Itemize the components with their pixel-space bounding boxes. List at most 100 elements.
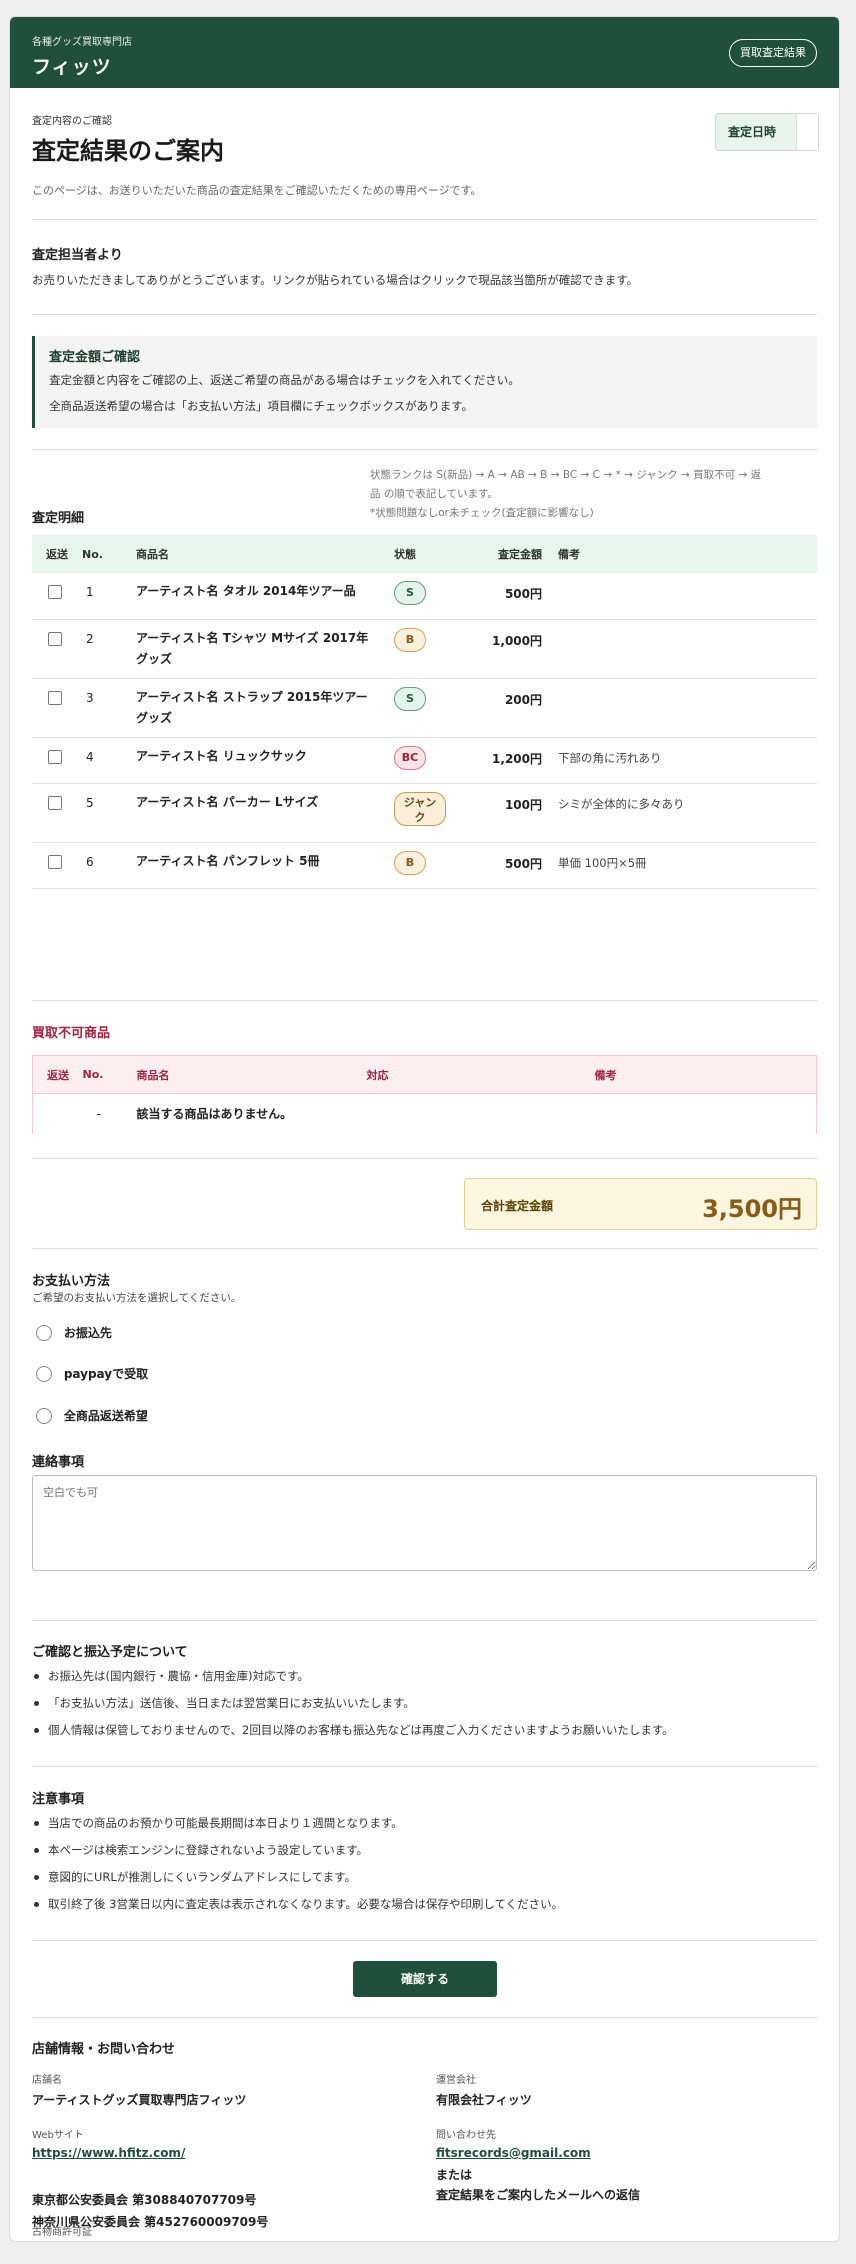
intro-label: 査定内容のご確認 xyxy=(32,116,112,127)
rejected-table-wrap: 返送 No. 商品名 対応 備考 - 該当する商品はありません。 xyxy=(32,1055,817,1134)
row-no: 2 xyxy=(82,619,136,679)
notice-line-2: 全商品返送希望の場合は「お支払い方法」項目欄にチェックボックスがあります。 xyxy=(49,399,474,413)
divider xyxy=(32,219,817,220)
transfer-title: ご確認と振込予定について xyxy=(32,1645,188,1660)
payment-option-bank[interactable]: お振込先 xyxy=(36,1324,112,1341)
col-return: 返送 xyxy=(32,535,82,573)
row-no: 5 xyxy=(82,783,136,843)
radio-icon[interactable] xyxy=(36,1407,52,1424)
list-item: お振込先は(国内銀行・農協・信用金庫)対応です。 xyxy=(32,1668,674,1695)
return-checkbox[interactable] xyxy=(48,690,62,705)
table-row: 2 アーティスト名 Tシャツ Mサイズ 2017年 グッズ B 1,000円 xyxy=(32,619,817,679)
contact-note-textarea[interactable] xyxy=(32,1475,817,1571)
status-badge: B xyxy=(394,627,426,652)
list-item: 取引終了後 3営業日以内に査定表は表示されなくなります。必要な場合は保存や印刷し… xyxy=(32,1896,563,1923)
list-item: 個人情報は保管しておりませんので、2回目以降のお客様も振込先などは再度ご入力くだ… xyxy=(32,1722,674,1749)
col-status: 状態 xyxy=(394,535,462,573)
result-card: 各種グッズ買取専門店 フィッツ 買取査定結果 査定内容のご確認 査定結果のご案内… xyxy=(9,16,840,2242)
row-price: 1,200円 xyxy=(462,737,548,784)
payment-option-label: paypayで受取 xyxy=(63,1367,149,1381)
row-name-line-1: アーティスト名 パーカー Lサイズ xyxy=(136,794,319,809)
rej-col-no: No. xyxy=(82,1055,137,1094)
rej-col-name: 商品名 xyxy=(136,1055,367,1094)
shop-subtitle: 各種グッズ買取専門店 xyxy=(32,37,132,48)
radio-icon[interactable] xyxy=(36,1365,52,1382)
row-status: B xyxy=(394,842,462,889)
total-value: 3,500円 xyxy=(702,1195,802,1223)
divider xyxy=(32,1620,817,1621)
status-badge: S xyxy=(394,686,426,711)
row-name: アーティスト名 タオル 2014年ツアー品 xyxy=(136,573,394,620)
divider xyxy=(32,1000,817,1001)
page-title: 査定結果のご案内 xyxy=(32,137,224,165)
rank-note-line-2: 品 の順で表記しています。 xyxy=(370,488,498,500)
appraiser-message: お売りいただきましてありがとうございます。リンクが貼られている場合はクリックで現… xyxy=(32,273,639,287)
col-price: 査定金額 xyxy=(462,535,548,573)
return-checkbox[interactable] xyxy=(48,795,62,810)
appraisal-date-label: 査定日時 xyxy=(728,125,777,139)
col-name: 商品名 xyxy=(136,535,394,573)
rank-note: 状態ランクは S(新品) → A → AB → B → BC → C → * →… xyxy=(370,466,817,523)
return-cell xyxy=(32,783,82,843)
confirm-button[interactable]: 確認する xyxy=(353,1961,497,1997)
divider xyxy=(32,1766,817,1767)
contact-note-title: 連絡事項 xyxy=(32,1455,85,1470)
appraisal-date-value xyxy=(796,114,818,150)
list-item: 本ページは検索エンジンに登録されないよう設定しています。 xyxy=(32,1842,563,1869)
return-checkbox[interactable] xyxy=(48,854,62,869)
col-note: 備考 xyxy=(548,535,817,573)
return-cell xyxy=(32,573,82,620)
divider xyxy=(32,2017,817,2018)
row-note: 単価 100円×5冊 xyxy=(548,842,817,889)
return-checkbox[interactable] xyxy=(48,749,62,764)
payment-option-return-all[interactable]: 全商品返送希望 xyxy=(36,1407,148,1424)
license-2: 神奈川県公安委員会 第452760009709号 xyxy=(32,2215,269,2229)
store-info-title: 店舗情報・お問い合わせ xyxy=(32,2042,176,2057)
row-name-line-1: アーティスト名 タオル 2014年ツアー品 xyxy=(136,584,356,598)
rejected-empty-text: 該当する商品はありません。 xyxy=(136,1107,293,1122)
divider xyxy=(32,314,817,315)
rejected-title: 買取不可商品 xyxy=(32,1026,111,1041)
row-status: BC xyxy=(394,737,462,784)
radio-icon[interactable] xyxy=(36,1324,52,1341)
result-nav-button[interactable]: 買取査定結果 xyxy=(729,39,817,67)
row-no: 3 xyxy=(82,678,136,738)
appraisal-date-box: 査定日時 xyxy=(715,113,819,151)
row-no: 6 xyxy=(82,842,136,889)
row-note xyxy=(548,619,817,679)
row-name-line-1: アーティスト名 パンフレット 5冊 xyxy=(136,853,320,868)
rej-col-action: 対応 xyxy=(366,1055,595,1094)
return-checkbox[interactable] xyxy=(48,585,62,599)
payment-option-paypay[interactable]: paypayで受取 xyxy=(36,1365,148,1382)
status-badge: S xyxy=(394,581,426,605)
page-description: このページは、お送りいただいた商品の査定結果をご確認いただくための専用ページです… xyxy=(32,184,482,197)
shop-name: フィッツ xyxy=(32,56,112,78)
rank-note-line-1: 状態ランクは S(新品) → A → AB → B → BC → C → * →… xyxy=(370,469,762,481)
table-row: 6 アーティスト名 パンフレット 5冊 B 500円 単価 100円×5冊 xyxy=(32,842,817,889)
divider xyxy=(32,449,817,450)
store-name-value: アーティストグッズ買取専門店フィッツ xyxy=(32,2093,247,2107)
list-item: 当店での商品のお預かり可能最長期間は本日より１週間となります。 xyxy=(32,1815,563,1842)
rej-col-return: 返送 xyxy=(32,1055,83,1094)
contact-email-link[interactable]: fitsrecords@gmail.com xyxy=(436,2146,591,2160)
details-title: 査定明細 xyxy=(32,511,85,526)
company-value: 有限会社フィッツ xyxy=(436,2093,532,2107)
table-row: 1 アーティスト名 タオル 2014年ツアー品 S 500円 xyxy=(32,573,817,620)
contact-or: または xyxy=(436,2168,473,2182)
list-item: 「お支払い方法」送信後、当日または翌営業日にお支払いいたします。 xyxy=(32,1695,674,1722)
col-no: No. xyxy=(82,535,136,573)
details-table: 返送 No. 商品名 状態 査定金額 備考 1 アーティスト名 タオル 2014年… xyxy=(32,535,817,889)
return-cell xyxy=(32,619,82,679)
status-badge: BC xyxy=(394,745,426,770)
row-note xyxy=(548,678,817,738)
row-note: 下部の角に汚れあり xyxy=(548,737,817,784)
divider xyxy=(32,1940,817,1941)
row-name-line-2: グッズ xyxy=(136,651,173,666)
return-checkbox[interactable] xyxy=(48,631,62,646)
amount-confirm-notice: 査定金額ご確認 査定金額と内容をご確認の上、返送ご希望の商品がある場合はチェック… xyxy=(32,336,817,428)
row-name: アーティスト名 パンフレット 5冊 xyxy=(136,842,394,889)
contact-label: 問い合わせ先 xyxy=(436,2130,496,2141)
row-name: アーティスト名 リュックサック xyxy=(136,737,394,784)
notice-title: 査定金額ご確認 xyxy=(49,350,141,365)
website-link[interactable]: https://www.hfitz.com/ xyxy=(32,2146,185,2160)
